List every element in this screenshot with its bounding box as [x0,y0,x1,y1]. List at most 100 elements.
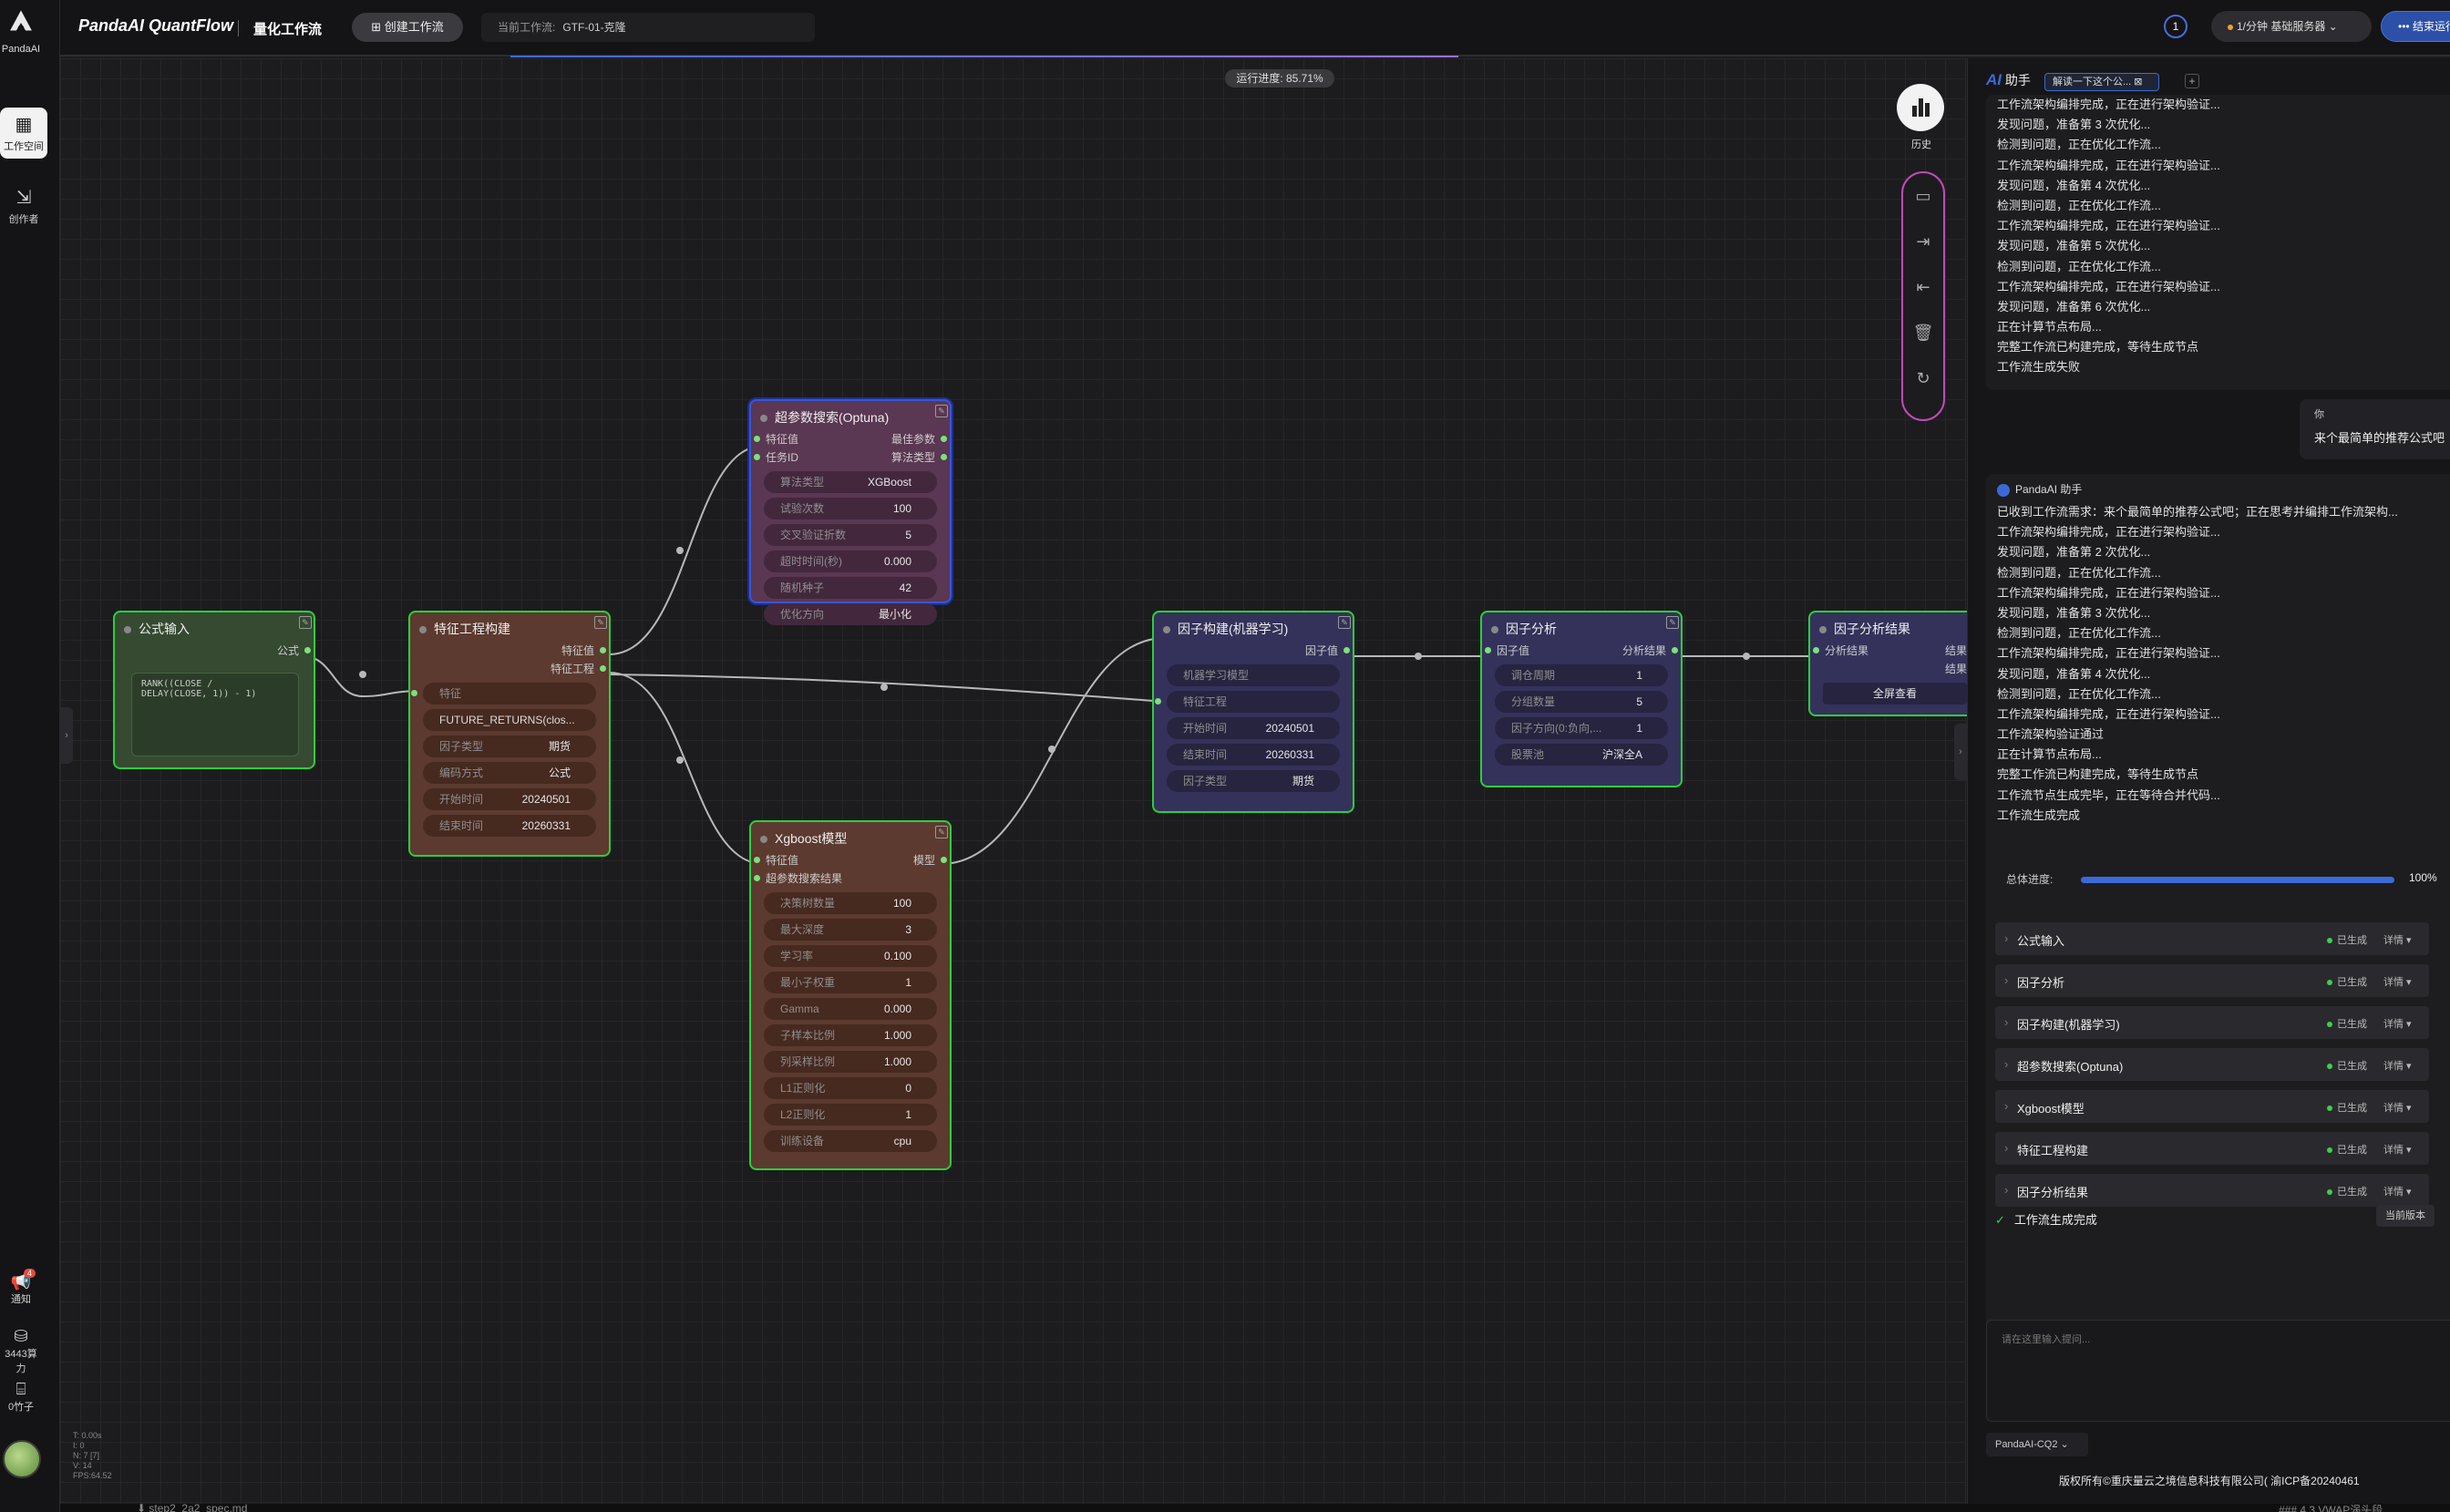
node-field[interactable]: 训练设备 cpu [764,1130,937,1152]
import-icon[interactable]: ⇤ [1903,264,1943,310]
nav-workspace[interactable]: ▦ 工作空间 [0,108,47,159]
node-field[interactable]: L1正则化 0 [764,1077,937,1099]
node-field[interactable]: 编码方式 公式 [423,762,596,784]
task-count-icon[interactable]: 1 [2164,15,2188,38]
refresh-icon[interactable]: ↻ [1903,355,1943,401]
node-field[interactable]: Gamma 0.000 [764,998,937,1020]
save-icon[interactable]: ▭ [1903,173,1943,219]
node-status-row[interactable]: 公式输入 已生成 详情 ▾ [1995,922,2429,955]
node-field[interactable]: 因子类型 期货 [423,735,596,757]
node-status-row[interactable]: 因子构建(机器学习) 已生成 详情 ▾ [1995,1006,2429,1039]
collapse-left-button[interactable]: › [60,707,73,764]
node-field[interactable]: 开始时间 20240501 [1167,717,1340,739]
collapse-right-button[interactable]: › [1954,724,1967,780]
output-port[interactable] [304,647,311,653]
node-field[interactable]: 算法类型 XGBoost [764,471,937,493]
input-port[interactable] [754,875,760,881]
node-field[interactable]: 试验次数 100 [764,498,937,519]
chat-tab[interactable]: 解读一下这个公... ⊠ [2044,73,2159,91]
node-feature-engineering[interactable]: 特征工程构建 ✎ 特征值 特征工程 特征 FUTURE_RETURNS(clos… [408,611,611,857]
edit-icon[interactable]: ✎ [594,616,607,629]
details-toggle[interactable]: 详情 ▾ [2383,974,2412,989]
nav-bamboo[interactable]: ⌸ 0竹子 [0,1380,42,1414]
node-field[interactable]: 最大深度 3 [764,919,937,941]
node-status-row[interactable]: 超参数搜索(Optuna) 已生成 详情 ▾ [1995,1048,2429,1081]
feature-input-field[interactable]: 特征 [411,683,596,705]
node-field[interactable]: 股票池 沪深全A [1495,744,1668,766]
node-field[interactable]: 随机种子 42 [764,577,937,599]
input-port[interactable] [411,690,417,696]
logo[interactable]: PandaAI [0,7,42,55]
input-port[interactable] [754,436,760,442]
current-version-button[interactable]: 当前版本 [2376,1205,2435,1227]
input-port[interactable] [1155,698,1161,705]
nav-creator[interactable]: ⇲ 创作者 [0,180,47,231]
export-icon[interactable]: ⇥ [1903,219,1943,264]
open-file-name[interactable]: ⬇ step2_2a2_spec.md [137,1502,247,1512]
node-field[interactable]: 结束时间 20260331 [423,815,596,837]
node-field[interactable]: 调仓周期 1 [1495,664,1668,686]
output-port[interactable] [941,454,947,460]
details-toggle[interactable]: 详情 ▾ [2383,1058,2412,1073]
details-toggle[interactable]: 详情 ▾ [2383,932,2412,947]
node-xgboost[interactable]: Xgboost模型 ✎ 特征值 模型 超参数搜索结果 决策树数量 100 最大深度 3… [749,820,952,1170]
node-optuna[interactable]: 超参数搜索(Optuna) ✎ 特征值 最佳参数 任务ID 算法类型 算法类型 XGB… [749,399,952,625]
workflow-canvas[interactable]: 运行进度: 85.71% 公式输入 ✎ 公式 RANK((CLOSE / DEL… [60,58,1982,1504]
output-port[interactable] [941,436,947,442]
node-factor-analysis[interactable]: 因子分析 ✎ 因子值 分析结果 调仓周期 1 分组数量 5 因子方向(0:负向,...… [1480,611,1683,787]
edit-icon[interactable]: ✎ [935,405,948,417]
node-field[interactable]: L2正则化 1 [764,1104,937,1126]
node-field[interactable]: 交叉验证折数 5 [764,524,937,546]
edit-icon[interactable]: ✎ [1666,616,1679,629]
formula-code-editor[interactable]: RANK((CLOSE / DELAY(CLOSE, 1)) - 1) [131,673,299,756]
node-field[interactable]: 最小子权重 1 [764,972,937,993]
input-port[interactable] [1813,647,1819,653]
node-factor-ml[interactable]: 因子构建(机器学习) ✎ 因子值 机器学习模型 特征工程 开始时间 2024050… [1152,611,1354,813]
node-field[interactable]: 因子方向(0:负向,... 1 [1495,717,1668,739]
edit-icon[interactable]: ✎ [935,826,948,838]
node-field[interactable]: FUTURE_RETURNS(clos... [423,709,596,731]
node-field[interactable]: 列采样比例 1.000 [764,1051,937,1073]
input-port[interactable] [754,454,760,460]
output-port[interactable] [1672,647,1678,653]
avatar[interactable] [3,1440,41,1478]
feature-input[interactable]: 特征工程 [1155,691,1340,713]
chat-input[interactable]: 请在这里输入提问... [1986,1320,2450,1422]
close-icon[interactable]: ⊠ [2131,77,2142,87]
node-field[interactable]: 因子类型 期货 [1167,770,1340,792]
output-port[interactable] [600,647,606,653]
node-field[interactable]: 学习率 0.100 [764,945,937,967]
details-toggle[interactable]: 详情 ▾ [2383,1100,2412,1115]
end-run-button[interactable]: ••• 结束运行 [2381,11,2450,42]
service-dropdown[interactable]: 1/分钟 基础服务器 ⌄ [2211,11,2372,42]
output-port[interactable] [941,857,947,863]
node-formula-input[interactable]: 公式输入 ✎ 公式 RANK((CLOSE / DELAY(CLOSE, 1))… [113,611,315,769]
trash-icon[interactable]: 🗑 [1903,310,1943,355]
nav-notify[interactable]: 📢 4 通知 [0,1269,42,1306]
edit-icon[interactable]: ✎ [299,616,312,629]
node-field[interactable]: 优化方向 最小化 [764,603,937,625]
edit-icon[interactable]: ✎ [1338,616,1351,629]
details-toggle[interactable]: 详情 ▾ [2383,1142,2412,1157]
node-status-row[interactable]: Xgboost模型 已生成 详情 ▾ [1995,1090,2429,1123]
node-field[interactable]: 结束时间 20260331 [1167,744,1340,766]
fullscreen-button[interactable]: 全屏查看 [1823,683,1967,705]
node-field[interactable]: 超时时间(秒) 0.000 [764,550,937,572]
node-field[interactable]: 子样本比例 1.000 [764,1024,937,1046]
input-port[interactable] [1485,647,1491,653]
node-field[interactable]: 开始时间 20240501 [423,788,596,810]
details-toggle[interactable]: 详情 ▾ [2383,1184,2412,1198]
node-field[interactable]: 决策树数量 100 [764,892,937,914]
output-port[interactable] [600,665,606,672]
nav-compute[interactable]: ⛁ 3443算力 [0,1327,42,1375]
node-status-row[interactable]: 因子分析 已生成 详情 ▾ [1995,964,2429,997]
node-analysis-result[interactable]: 因子分析结果 分析结果 结果A 结果B 全屏查看 [1808,611,1982,716]
input-port[interactable] [754,857,760,863]
node-status-row[interactable]: 因子分析结果 已生成 详情 ▾ [1995,1174,2429,1207]
model-select[interactable]: PandaAI-CQ2 ⌄ [1986,1433,2088,1456]
current-workflow-field[interactable]: 当前工作流: GTF-01-克隆 [481,13,815,42]
details-toggle[interactable]: 详情 ▾ [2383,1016,2412,1031]
history-button[interactable] [1897,84,1944,131]
new-tab-button[interactable]: + [2185,74,2199,88]
output-port[interactable] [1343,647,1350,653]
